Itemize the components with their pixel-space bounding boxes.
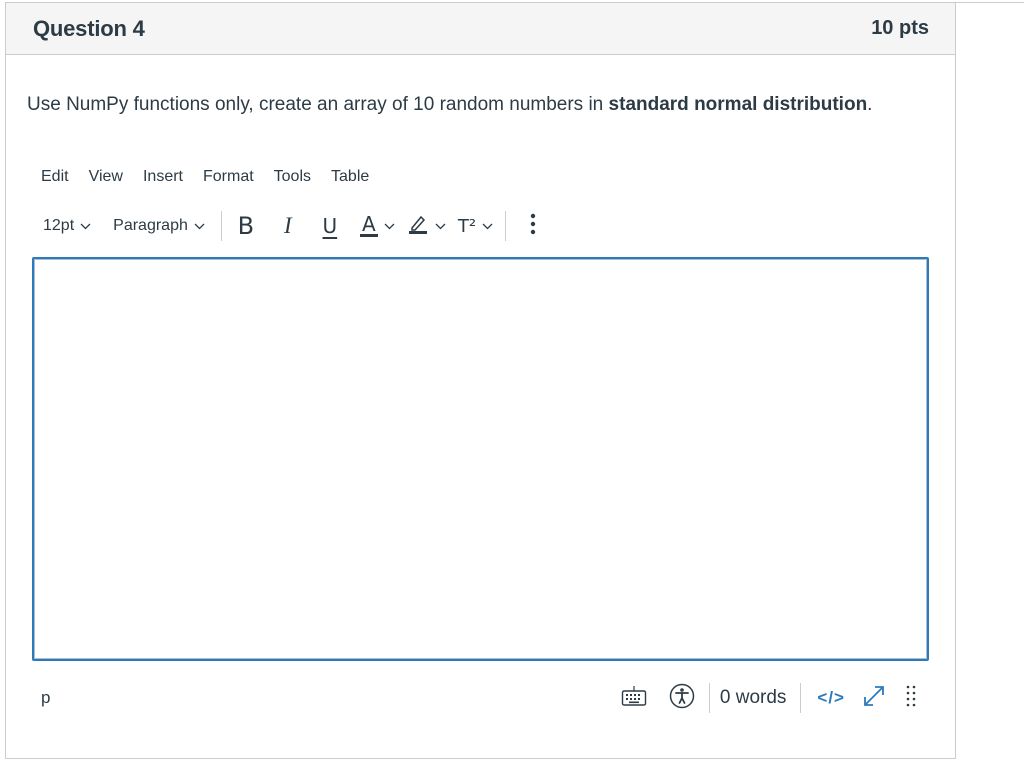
text-color-button[interactable]: A: [354, 209, 401, 243]
superscript-icon: T²: [457, 215, 477, 237]
question-text-end: .: [867, 94, 873, 115]
chevron-down-icon: [384, 217, 395, 235]
chevron-down-icon: [194, 217, 205, 235]
menu-view[interactable]: View: [79, 165, 133, 189]
question-header: Question 4 10 pts: [6, 3, 955, 55]
question-text-plain: Use NumPy functions only, create an arra…: [27, 94, 609, 115]
page-top-border: [956, 2, 1024, 3]
toolbar-separator: [505, 211, 507, 241]
fullscreen-button[interactable]: [857, 681, 891, 715]
editor-inner-border: [34, 259, 927, 659]
menu-table[interactable]: Table: [321, 165, 379, 189]
bold-icon: B: [237, 212, 255, 240]
menu-edit[interactable]: Edit: [31, 165, 79, 189]
highlighter-icon: [407, 213, 429, 240]
text-color-icon: A: [359, 212, 378, 237]
toolbar-separator: [220, 211, 222, 241]
accessibility-icon: [669, 683, 695, 714]
more-vertical-icon: [530, 213, 536, 240]
bold-button[interactable]: B: [228, 209, 264, 243]
block-format-value: Paragraph: [113, 217, 188, 234]
question-text: Use NumPy functions only, create an arra…: [27, 94, 872, 116]
statusbar-controls: 0 words </>: [617, 676, 929, 720]
editor-toolbar: 12pt Paragraph B I U A T²: [31, 206, 671, 246]
text-color-letter: A: [362, 212, 376, 236]
rich-text-editor-area[interactable]: [32, 257, 929, 661]
word-count[interactable]: 0 words: [720, 687, 787, 709]
resize-handle[interactable]: [899, 681, 923, 715]
statusbar-separator: [800, 683, 802, 713]
font-size-dropdown[interactable]: 12pt: [31, 209, 97, 243]
highlight-color-button[interactable]: [401, 209, 452, 243]
text-color-swatch: [359, 234, 378, 237]
more-toolbar-button[interactable]: [518, 209, 548, 243]
question-title: Question 4: [33, 15, 145, 41]
chevron-down-icon: [435, 217, 446, 235]
block-format-dropdown[interactable]: Paragraph: [107, 209, 211, 243]
fullscreen-icon: [860, 682, 888, 715]
menu-insert[interactable]: Insert: [133, 165, 193, 189]
element-path[interactable]: p: [41, 688, 50, 708]
font-size-value: 12pt: [43, 217, 75, 234]
menu-tools[interactable]: Tools: [264, 165, 321, 189]
accessibility-checker-button[interactable]: [665, 681, 699, 715]
chevron-down-icon: [482, 217, 493, 235]
underline-button[interactable]: U: [312, 209, 348, 243]
editor-menubar: Edit View Insert Format Tools Table: [31, 164, 379, 190]
editor-statusbar: p 0 words </>: [32, 676, 929, 720]
keyboard-shortcuts-button[interactable]: [617, 681, 651, 715]
question-points: 10 pts: [871, 17, 929, 39]
resize-grip-icon: [906, 684, 916, 713]
chevron-down-icon: [80, 217, 91, 235]
superscript-button[interactable]: T²: [452, 209, 499, 243]
question-text-bold: standard normal distribution: [608, 94, 868, 115]
menu-format[interactable]: Format: [193, 165, 264, 189]
keyboard-icon: [621, 685, 647, 712]
italic-button[interactable]: I: [270, 209, 306, 243]
italic-icon: I: [284, 213, 292, 238]
statusbar-separator: [708, 683, 710, 713]
html-editor-toggle[interactable]: </>: [811, 688, 851, 708]
underline-icon: U: [322, 214, 338, 238]
